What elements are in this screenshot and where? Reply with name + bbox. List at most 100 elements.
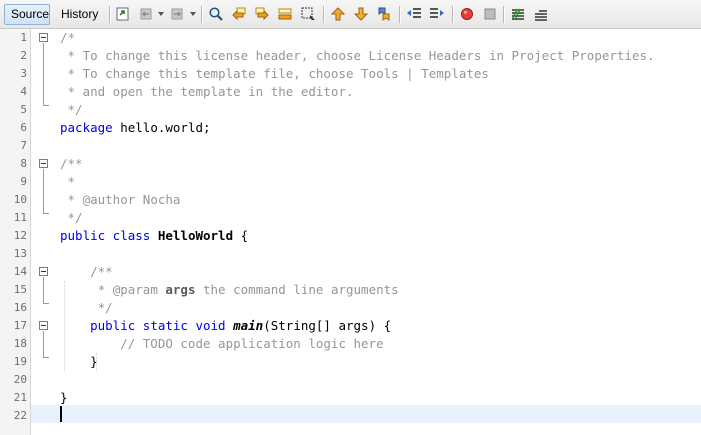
fold-end	[43, 357, 49, 358]
stop-macro-icon[interactable]	[481, 5, 499, 23]
uncomment-icon[interactable]	[532, 5, 550, 23]
code-line-1: /*	[60, 30, 76, 45]
forward-icon[interactable]	[168, 5, 186, 23]
toggle-bookmark-icon[interactable]	[375, 5, 393, 23]
line-number: 9	[20, 175, 27, 188]
code-text: {	[233, 228, 249, 243]
toolbar-separator	[323, 6, 324, 23]
code-line-16: */	[60, 300, 113, 315]
line-number: 21	[13, 391, 27, 404]
toolbar-separator	[201, 6, 202, 23]
tab-history[interactable]: History	[54, 4, 104, 25]
editor-toolbar: Source History	[0, 0, 701, 29]
fold-line	[43, 43, 44, 105]
fold-line	[43, 169, 44, 213]
line-number: 3	[20, 67, 27, 80]
line-number: 20	[13, 373, 27, 386]
code-folding-margin	[31, 29, 55, 435]
line-number: 14	[13, 265, 27, 278]
code-line-3: * To change this template file, choose T…	[60, 66, 489, 81]
line-number: 7	[20, 139, 27, 152]
keyword: package	[60, 120, 113, 135]
method-name: main	[233, 318, 264, 333]
toolbar-separator	[109, 6, 110, 23]
code-line-17: public static void main(String[] args) {	[60, 317, 700, 335]
fold-end	[43, 303, 49, 304]
line-number: 15	[13, 283, 27, 296]
code-text: hello.world;	[112, 120, 211, 135]
javadoc-tag: @param	[112, 282, 158, 297]
shift-left-icon[interactable]	[405, 5, 423, 23]
code-line-14: /**	[60, 264, 113, 279]
code-line-11: */	[60, 210, 83, 225]
line-number: 11	[13, 211, 27, 224]
toolbar-separator	[399, 6, 400, 23]
fold-toggle-icon[interactable]	[39, 321, 48, 330]
line-number: 16	[13, 301, 27, 314]
fold-line	[43, 277, 44, 303]
code-line-10: * @author Nocha	[60, 191, 700, 209]
toolbar-separator	[503, 6, 504, 23]
line-number: 8	[20, 157, 27, 170]
line-number: 13	[13, 247, 27, 260]
forward-dropdown-icon[interactable]	[189, 5, 197, 23]
fold-end	[43, 105, 49, 106]
code-line-5: */	[60, 102, 83, 117]
next-bookmark-icon[interactable]	[352, 5, 370, 23]
start-macro-icon[interactable]	[458, 5, 476, 23]
code-line-9: *	[60, 174, 76, 189]
shift-right-icon[interactable]	[428, 5, 446, 23]
line-number: 10	[13, 193, 27, 206]
comment-text: the command line arguments	[195, 282, 399, 297]
comment-text: *	[60, 282, 113, 297]
fold-toggle-icon[interactable]	[39, 267, 48, 276]
find-selection-icon[interactable]	[276, 5, 294, 23]
line-number: 5	[20, 103, 27, 116]
back-icon[interactable]	[137, 5, 155, 23]
fold-toggle-icon[interactable]	[39, 159, 48, 168]
back-dropdown-icon[interactable]	[157, 5, 165, 23]
toggle-rect-selection-icon[interactable]	[299, 5, 317, 23]
class-name: HelloWorld	[157, 228, 234, 243]
text-caret	[60, 406, 62, 422]
line-number: 12	[13, 229, 27, 242]
fold-end	[43, 213, 49, 214]
line-number: 19	[13, 355, 27, 368]
code-line-4: * and open the template in the editor.	[60, 84, 354, 99]
fold-toggle-icon[interactable]	[39, 33, 48, 42]
line-number: 18	[13, 337, 27, 350]
find-prev-icon[interactable]	[230, 5, 248, 23]
find-next-icon[interactable]	[253, 5, 271, 23]
tab-source[interactable]: Source	[4, 4, 50, 25]
prev-bookmark-icon[interactable]	[329, 5, 347, 23]
param-name: args	[165, 282, 196, 297]
code-line-12: public class HelloWorld {	[60, 227, 700, 245]
line-number: 4	[20, 85, 27, 98]
keyword: public class	[60, 228, 151, 243]
line-number-gutter: 1 2 3 4 5 6 7 8 9 10 11 12 13 14 15 16 1…	[0, 29, 31, 435]
code-line-19: }	[60, 354, 98, 369]
code-line-21: }	[60, 390, 68, 405]
code-line-15: * @param args the command line arguments	[60, 281, 700, 299]
line-number: 1	[20, 31, 27, 44]
comment-icon[interactable]	[509, 5, 527, 23]
find-icon[interactable]	[207, 5, 225, 23]
fold-line	[43, 331, 44, 357]
last-edit-icon[interactable]	[114, 5, 132, 23]
comment-text: *	[60, 192, 83, 207]
code-line-8: /**	[60, 156, 83, 171]
toolbar-separator	[452, 6, 453, 23]
javadoc-tag: @author	[82, 192, 136, 207]
code-text: (String[] args) {	[263, 318, 392, 333]
line-number: 17	[13, 319, 27, 332]
line-number: 2	[20, 49, 27, 62]
keyword: public static void	[90, 318, 226, 333]
code-line-2: * To change this license header, choose …	[60, 48, 655, 63]
